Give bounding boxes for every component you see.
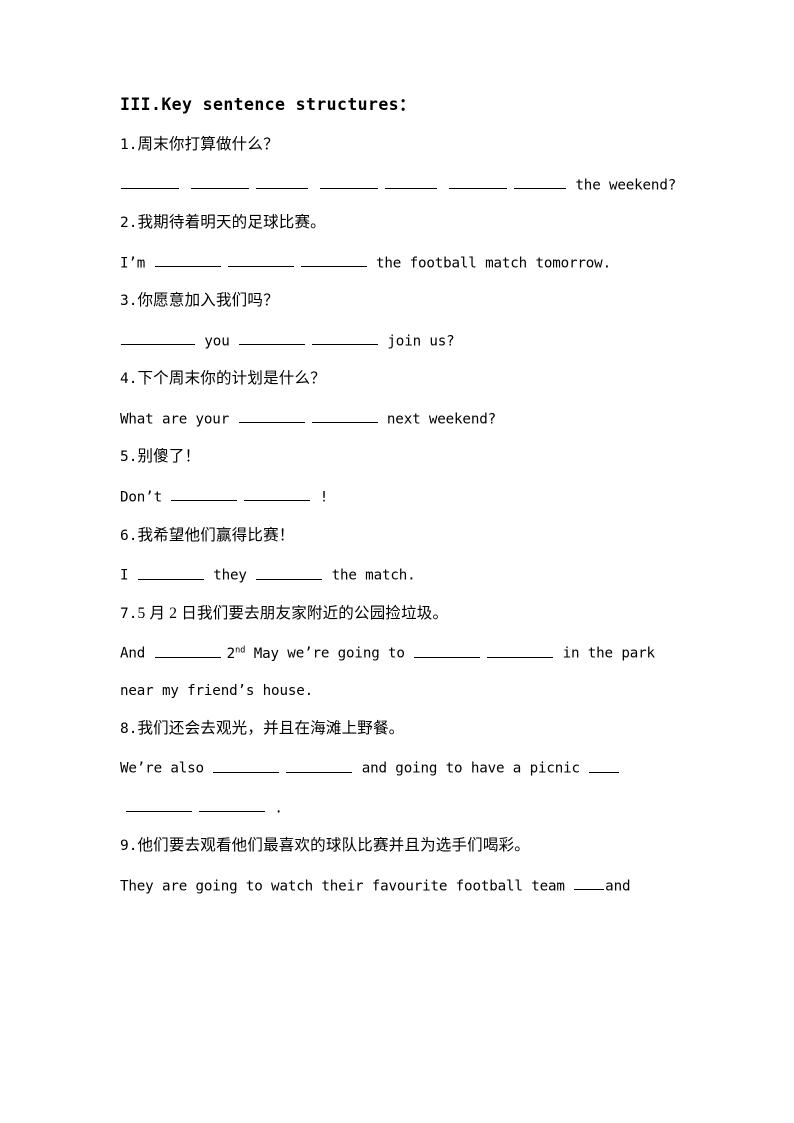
question-9-chinese-text: 他们要去观看他们最喜欢的球队比赛并且为选手们喝彩。: [137, 837, 530, 855]
question-3-chinese: 3.你愿意加入我们吗？: [120, 292, 690, 311]
question-7-chinese: 7.5 月 2 日我们要去朋友家附近的公园捡垃圾。: [120, 605, 690, 624]
answer-blank[interactable]: [312, 331, 378, 346]
question-2-number: 2.: [120, 215, 138, 232]
question-1-answer-line: the weekend?: [120, 175, 690, 195]
question-3-tail: join us?: [387, 333, 455, 350]
answer-blank[interactable]: [286, 758, 353, 773]
answer-blank[interactable]: [414, 643, 481, 658]
question-5-lead: Don’t: [120, 489, 162, 506]
question-1-number: 1.: [120, 136, 138, 153]
answer-blank[interactable]: [256, 565, 323, 580]
answer-blank[interactable]: [191, 175, 249, 190]
question-9-number: 9.: [120, 838, 138, 855]
answer-blank[interactable]: [137, 565, 204, 580]
section-heading: III.Key sentence structures：: [120, 95, 416, 114]
question-7-date-number: 2: [226, 645, 236, 662]
answer-blank[interactable]: [227, 253, 294, 268]
question-1-chinese-text: 周末你打算做什么？: [137, 135, 279, 153]
answer-blank[interactable]: [449, 175, 507, 190]
question-9-tail: and: [605, 878, 631, 895]
question-8-answer-line: We’re also and going to have a picnic: [120, 758, 690, 778]
question-8-line2-end: .: [274, 800, 283, 817]
answer-blank[interactable]: [154, 643, 221, 658]
answer-blank[interactable]: [311, 409, 378, 424]
answer-blank[interactable]: [121, 331, 195, 346]
question-1-answer-tail: the weekend?: [575, 177, 677, 194]
document-body: III.Key sentence structures： 1.周末你打算做什么？…: [118, 95, 690, 896]
question-5-chinese: 5.别傻了！: [120, 448, 690, 467]
question-1-chinese: 1.周末你打算做什么？: [120, 136, 690, 155]
answer-blank[interactable]: [238, 409, 305, 424]
question-6-mid: they: [213, 567, 247, 584]
worksheet-page: III.Key sentence structures： 1.周末你打算做什么？…: [0, 0, 794, 1123]
question-3-mid: you: [204, 333, 230, 350]
question-8-lead: We’re also: [120, 760, 204, 777]
answer-blank[interactable]: [126, 798, 192, 813]
question-2-chinese: 2.我期待着明天的足球比赛。: [120, 214, 690, 233]
question-7-mid: we’re going to: [287, 645, 405, 662]
question-9-lead: They are going to watch their favourite …: [120, 878, 565, 895]
question-4-answer-line: What are your next weekend?: [120, 409, 690, 429]
question-3-number: 3.: [120, 293, 138, 310]
question-9-answer-line: They are going to watch their favourite …: [120, 876, 690, 896]
question-7-chinese-text: 5 月 2 日我们要去朋友家附近的公园捡垃圾。: [137, 604, 449, 622]
question-8-number: 8.: [120, 720, 138, 737]
question-8-answer-line-2: .: [120, 798, 690, 818]
question-7-tail: in the park: [562, 645, 655, 662]
question-5-number: 5.: [120, 449, 138, 466]
answer-blank[interactable]: [239, 331, 305, 346]
answer-blank[interactable]: [256, 175, 308, 190]
question-4-number: 4.: [120, 371, 138, 388]
question-4-tail: next weekend?: [386, 411, 496, 428]
question-3-chinese-text: 你愿意加入我们吗？: [137, 292, 279, 310]
answer-blank[interactable]: [199, 798, 265, 813]
answer-blank[interactable]: [244, 487, 311, 502]
question-6-lead: I: [120, 567, 129, 584]
answer-blank[interactable]: [514, 175, 566, 190]
answer-blank[interactable]: [385, 175, 437, 190]
answer-blank[interactable]: [487, 643, 554, 658]
question-7-answer-line-2: near my friend’s house.: [120, 682, 314, 699]
answer-blank[interactable]: [171, 487, 238, 502]
question-8-mid: and going to have a picnic: [361, 760, 580, 777]
question-7-answer-line: And 2nd May we’re going to in the park: [120, 643, 690, 663]
question-2-answer-line: I’m the football match tomorrow.: [120, 253, 690, 273]
answer-blank[interactable]: [589, 758, 620, 773]
question-6-chinese-text: 我希望他们赢得比赛！: [137, 526, 295, 544]
question-7-date-suffix: nd: [235, 644, 246, 655]
question-9-chinese: 9.他们要去观看他们最喜欢的球队比赛并且为选手们喝彩。: [120, 837, 690, 856]
question-4-lead: What are your: [120, 411, 230, 428]
question-5-answer-line: Don’t !: [120, 487, 690, 507]
question-7-date-month: May: [253, 645, 279, 662]
answer-blank[interactable]: [300, 253, 367, 268]
question-6-number: 6.: [120, 527, 138, 544]
question-2-lead: I’m: [120, 255, 146, 272]
answer-blank[interactable]: [213, 758, 280, 773]
answer-blank[interactable]: [320, 175, 378, 190]
question-7-number: 7.: [120, 605, 138, 622]
question-2-tail: the football match tomorrow.: [376, 255, 611, 272]
question-4-chinese: 4.下个周末你的计划是什么？: [120, 370, 690, 389]
question-5-tail: !: [319, 489, 329, 506]
question-5-chinese-text: 别傻了！: [137, 448, 201, 466]
question-6-chinese: 6.我希望他们赢得比赛！: [120, 527, 690, 546]
question-4-chinese-text: 下个周末你的计划是什么？: [137, 370, 326, 388]
question-3-answer-line: you join us?: [120, 331, 690, 351]
question-6-tail: the match.: [331, 567, 416, 584]
question-8-chinese-text: 我们还会去观光，并且在海滩上野餐。: [137, 719, 405, 737]
question-7-lead: And: [120, 645, 146, 662]
answer-blank[interactable]: [154, 253, 221, 268]
answer-blank[interactable]: [574, 876, 605, 891]
question-6-answer-line: I they the match.: [120, 565, 690, 585]
question-2-chinese-text: 我期待着明天的足球比赛。: [137, 214, 326, 232]
answer-blank[interactable]: [121, 175, 179, 190]
question-8-chinese: 8.我们还会去观光，并且在海滩上野餐。: [120, 720, 690, 739]
